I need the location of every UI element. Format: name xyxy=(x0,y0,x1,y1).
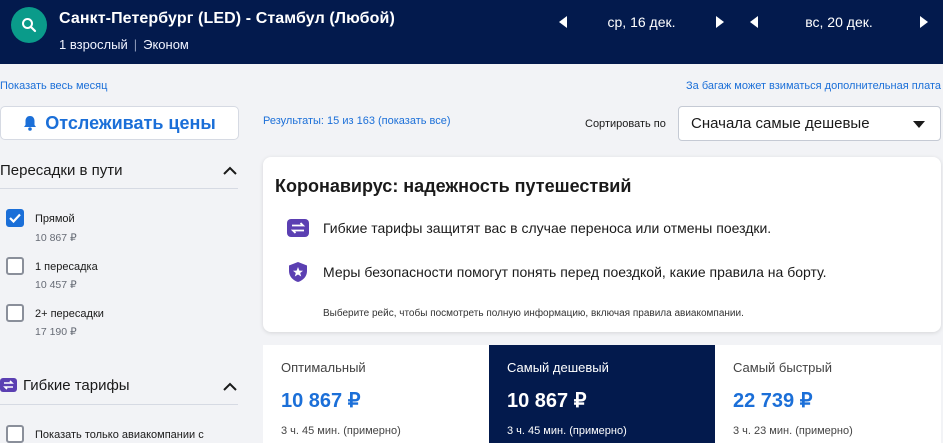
tab-duration: 3 ч. 45 мин. (примерно) xyxy=(507,425,627,437)
tab-price: 22 739 ₽ xyxy=(733,390,813,412)
baggage-note-link[interactable]: За багаж может взиматься дополнительная … xyxy=(686,80,941,92)
stops-filter-title[interactable]: Пересадки в пути xyxy=(0,162,123,179)
bell-icon xyxy=(24,116,37,131)
stop-option-price: 10 457 ₽ xyxy=(35,279,77,291)
search-button[interactable] xyxy=(11,7,47,43)
tab-price: 10 867 ₽ xyxy=(281,390,361,412)
return-prev-button[interactable] xyxy=(748,14,760,30)
separator: | xyxy=(133,37,138,52)
sort-label: Сортировать по xyxy=(585,118,666,130)
tab-name: Самый быстрый xyxy=(733,360,832,375)
tab-duration: 3 ч. 23 мин. (примерно) xyxy=(733,425,853,437)
sort-select[interactable]: Сначала самые дешевые xyxy=(678,106,941,141)
covid-flex-text: Гибкие тарифы защитят вас в случае перен… xyxy=(323,220,772,236)
chevron-up-icon[interactable] xyxy=(222,166,238,176)
trip-details[interactable]: 1 взрослый | Эконом xyxy=(59,37,189,52)
page: Санкт-Петербург (LED) - Стамбул (Любой) … xyxy=(0,0,943,443)
covid-safety-text: Меры безопасности помогут понять перед п… xyxy=(323,264,827,280)
depart-date[interactable]: ср, 16 дек. xyxy=(569,14,714,30)
show-month-link[interactable]: Показать весь месяц xyxy=(0,80,107,92)
search-icon xyxy=(22,18,37,33)
passengers-count: 1 взрослый xyxy=(59,37,128,52)
results-count-link[interactable]: Результаты: 15 из 163 (показать все) xyxy=(263,115,451,127)
divider xyxy=(0,188,238,189)
flex-filter-title[interactable]: Гибкие тарифы xyxy=(23,377,130,394)
tab-name: Оптимальный xyxy=(281,360,366,375)
divider xyxy=(0,404,238,405)
direct-checkbox[interactable] xyxy=(6,209,24,227)
cabin-class: Эконом xyxy=(143,37,189,52)
depart-next-button[interactable] xyxy=(714,14,726,30)
flex-fare-icon xyxy=(287,219,309,237)
covid-flex-row: Гибкие тарифы защитят вас в случае перен… xyxy=(287,219,771,237)
arrow-left-icon xyxy=(559,16,567,28)
tab-name: Самый дешевый xyxy=(507,360,609,375)
tab-duration: 3 ч. 45 мин. (примерно) xyxy=(281,425,401,437)
stop-option-label: 2+ пересадки xyxy=(35,308,104,320)
tab-cheapest[interactable]: Самый дешевый 10 867 ₽ 3 ч. 45 мин. (при… xyxy=(489,345,715,443)
tab-optimal[interactable]: Оптимальный 10 867 ₽ 3 ч. 45 мин. (приме… xyxy=(263,345,489,443)
checkmark-icon xyxy=(9,213,21,223)
stop-option-price: 17 190 ₽ xyxy=(35,326,77,338)
tab-fastest[interactable]: Самый быстрый 22 739 ₽ 3 ч. 23 мин. (при… xyxy=(715,345,941,443)
sort-tabs: Оптимальный 10 867 ₽ 3 ч. 45 мин. (приме… xyxy=(263,345,941,443)
two-plus-stops-checkbox[interactable] xyxy=(6,304,24,322)
one-stop-checkbox[interactable] xyxy=(6,257,24,275)
covid-note: Выберите рейс, чтобы посмотреть полную и… xyxy=(323,308,744,319)
track-prices-button[interactable]: Отслеживать цены xyxy=(0,106,239,140)
track-prices-label: Отслеживать цены xyxy=(45,112,216,133)
stop-option-price: 10 867 ₽ xyxy=(35,232,77,244)
stop-option-label: 1 пересадка xyxy=(35,261,98,273)
shield-icon xyxy=(289,262,307,282)
covid-info-card: Коронавирус: надежность путешествий Гибк… xyxy=(263,157,941,332)
flex-option-label: Показать только авиакомпании с xyxy=(35,429,204,441)
caret-down-icon xyxy=(913,121,925,128)
depart-prev-button[interactable] xyxy=(557,14,569,30)
search-header: Санкт-Петербург (LED) - Стамбул (Любой) … xyxy=(0,0,943,64)
route-title[interactable]: Санкт-Петербург (LED) - Стамбул (Любой) xyxy=(59,10,395,28)
arrow-right-icon xyxy=(716,16,724,28)
tab-price: 10 867 ₽ xyxy=(507,390,587,412)
arrow-left-icon xyxy=(750,16,758,28)
depart-date-picker: ср, 16 дек. xyxy=(557,13,726,31)
return-date-picker: вс, 20 дек. xyxy=(748,13,930,31)
return-date[interactable]: вс, 20 дек. xyxy=(760,14,918,30)
sort-value: Сначала самые дешевые xyxy=(691,115,870,132)
chevron-up-icon[interactable] xyxy=(222,382,238,392)
flex-only-checkbox[interactable] xyxy=(6,425,24,443)
arrow-right-icon xyxy=(920,16,928,28)
covid-safety-row: Меры безопасности помогут понять перед п… xyxy=(287,261,827,283)
flex-fare-icon xyxy=(0,378,17,392)
covid-title: Коронавирус: надежность путешествий xyxy=(275,176,632,196)
stop-option-label: Прямой xyxy=(35,213,75,225)
return-next-button[interactable] xyxy=(918,14,930,30)
